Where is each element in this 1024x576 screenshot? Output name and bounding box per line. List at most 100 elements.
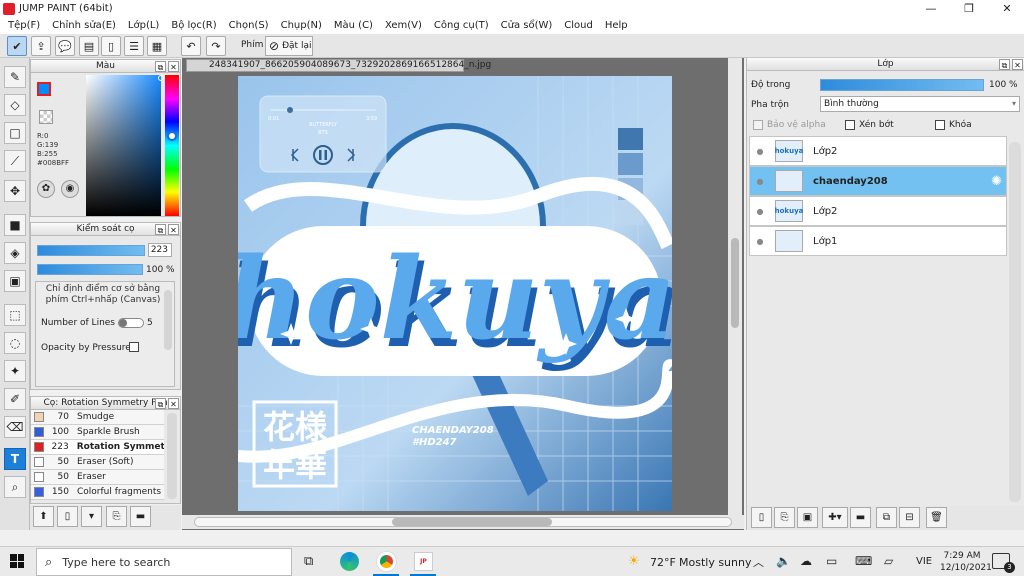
windows-start-icon[interactable] bbox=[10, 554, 24, 568]
brush-list-scrollbar[interactable] bbox=[167, 413, 177, 499]
reset-button[interactable]: ⊘ Đặt lại bbox=[265, 36, 313, 56]
vertical-scrollbar[interactable] bbox=[728, 58, 742, 515]
keyboard-icon[interactable]: ⌨ bbox=[855, 554, 872, 568]
protect-alpha-checkbox[interactable] bbox=[753, 120, 763, 130]
hue-slider[interactable] bbox=[165, 75, 179, 216]
comment-icon[interactable]: 💬 bbox=[55, 36, 75, 56]
chat-icon[interactable]: ▤ bbox=[79, 36, 99, 56]
panel-detach-icon[interactable]: ⧉ bbox=[155, 224, 166, 235]
notes-icon[interactable]: ☰ bbox=[124, 36, 144, 56]
select-rect-icon[interactable]: ⬚ bbox=[4, 304, 26, 326]
layer-visibility-icon[interactable]: ● bbox=[753, 144, 767, 158]
input-language[interactable]: VIE bbox=[916, 556, 932, 567]
export-icon[interactable]: ⇪ bbox=[31, 36, 51, 56]
color-picker-icon[interactable]: ◉ bbox=[61, 180, 79, 198]
fill-rect-icon[interactable]: ■ bbox=[4, 214, 26, 236]
brush-menu-icon[interactable]: ▾ bbox=[81, 506, 102, 527]
panel-detach-icon[interactable]: ⧉ bbox=[155, 61, 166, 72]
redo-icon[interactable]: ↷ bbox=[206, 36, 226, 56]
layer-visibility-icon[interactable]: ● bbox=[753, 174, 767, 188]
layer-settings-icon[interactable]: ⊟ bbox=[899, 507, 920, 528]
horizontal-scrollbar[interactable] bbox=[182, 515, 744, 529]
hue-handle[interactable] bbox=[167, 131, 177, 141]
line-tool-icon[interactable]: ⟋ bbox=[4, 150, 26, 172]
brush-list-item[interactable]: 223 Rotation Symmet bbox=[31, 440, 164, 455]
minimize-button[interactable]: — bbox=[914, 0, 948, 17]
taskbar-search-box[interactable]: ⌕ Type here to search bbox=[36, 548, 292, 576]
blend-mode-select[interactable]: Bình thường ▾ bbox=[820, 96, 1020, 112]
weather-sun-icon[interactable]: ☀ bbox=[628, 554, 640, 569]
speaker-icon[interactable]: 🔈 bbox=[776, 554, 791, 568]
new-brush-icon[interactable]: ▯ bbox=[57, 506, 78, 527]
rect-tool-icon[interactable]: □ bbox=[4, 122, 26, 144]
merge-layer-icon[interactable]: ⧉ bbox=[876, 507, 897, 528]
copy-layer-icon[interactable]: ⎘ bbox=[774, 507, 795, 528]
layer-opacity-slider[interactable] bbox=[820, 79, 984, 91]
document-icon[interactable]: ▯ bbox=[101, 36, 121, 56]
eraser-tool-icon[interactable]: ◇ bbox=[4, 94, 26, 116]
menu-select[interactable]: Chọn(S) bbox=[223, 20, 275, 31]
brush-list-item[interactable]: 50 Eraser (Soft) bbox=[31, 455, 164, 470]
settings-scrollbar[interactable] bbox=[164, 290, 172, 350]
cloud-icon[interactable]: ☁ bbox=[800, 554, 812, 568]
lines-toggle[interactable] bbox=[118, 318, 144, 328]
panel-detach-icon[interactable]: ⧉ bbox=[999, 59, 1010, 70]
chrome-browser-icon[interactable] bbox=[377, 552, 396, 571]
brush-opacity-slider[interactable] bbox=[37, 264, 143, 275]
pen-tool-icon[interactable]: ✎ bbox=[4, 66, 26, 88]
brush-list-item[interactable]: 150 Colorful fragments bbox=[31, 485, 164, 500]
menu-file[interactable]: Tệp(F) bbox=[2, 20, 46, 31]
bucket-tool-icon[interactable]: ◈ bbox=[4, 242, 26, 264]
clipping-checkbox[interactable] bbox=[845, 120, 855, 130]
move-tool-icon[interactable]: ✥ bbox=[4, 180, 26, 202]
clock[interactable]: 7:29 AM 12/10/2021 bbox=[940, 550, 992, 574]
zoom-tool-icon[interactable]: ⌕ bbox=[4, 476, 26, 498]
layer-row[interactable]: ● hokuya Lớp2 bbox=[749, 136, 1007, 166]
weather-desc[interactable]: Mostly sunny bbox=[679, 556, 751, 569]
weather-temp[interactable]: 72°F bbox=[650, 556, 676, 569]
network-icon[interactable]: ▭ bbox=[826, 554, 837, 568]
brush-list-item[interactable]: 50 Eraser bbox=[31, 470, 164, 485]
pressure-checkbox[interactable] bbox=[129, 342, 139, 352]
panel-detach-icon[interactable]: ⧉ bbox=[155, 398, 166, 409]
panel-close-icon[interactable]: ✕ bbox=[1012, 59, 1023, 70]
grid-icon[interactable]: ▦ bbox=[147, 36, 167, 56]
select-eraser-icon[interactable]: ⌫ bbox=[4, 416, 26, 438]
document-tab[interactable]: 248341907_866205904089673_73292028691665… bbox=[186, 59, 491, 72]
panel-close-icon[interactable]: ✕ bbox=[168, 398, 179, 409]
menu-tools[interactable]: Công cụ(T) bbox=[428, 20, 495, 31]
maximize-button[interactable]: ❐ bbox=[952, 0, 986, 17]
layer-row[interactable]: ● Lớp1 bbox=[749, 226, 1007, 256]
brush-folder-icon[interactable]: ▬ bbox=[130, 506, 151, 527]
edge-browser-icon[interactable] bbox=[340, 552, 359, 571]
menu-edit[interactable]: Chỉnh sửa(E) bbox=[46, 20, 122, 31]
layer-scrollbar[interactable] bbox=[1009, 142, 1021, 502]
brush-list-item[interactable]: 70 Smudge bbox=[31, 410, 164, 425]
panel-close-icon[interactable]: ✕ bbox=[168, 224, 179, 235]
palette-icon[interactable]: ✿ bbox=[37, 180, 55, 198]
layer-settings-gear-icon[interactable]: ✺ bbox=[991, 174, 1002, 189]
layer-visibility-icon[interactable]: ● bbox=[753, 204, 767, 218]
sv-cursor[interactable] bbox=[158, 75, 164, 81]
saturation-value-field[interactable] bbox=[86, 75, 164, 216]
new-layer-icon[interactable]: ▯ bbox=[751, 507, 772, 528]
layer-folder-icon[interactable]: ▬ bbox=[850, 507, 871, 528]
foreground-swatch[interactable] bbox=[37, 82, 51, 96]
layer-visibility-icon[interactable]: ● bbox=[753, 234, 767, 248]
select-pen-icon[interactable]: ✐ bbox=[4, 388, 26, 410]
layer-menu-icon[interactable]: ✚▾ bbox=[822, 507, 848, 528]
brush-list-item[interactable]: 100 Sparkle Brush bbox=[31, 425, 164, 440]
jump-paint-app-icon[interactable]: JP bbox=[414, 552, 433, 571]
menu-color[interactable]: Màu (C) bbox=[328, 20, 379, 31]
close-button[interactable]: ✕ bbox=[990, 0, 1024, 17]
notification-icon[interactable]: 3 bbox=[992, 553, 1015, 573]
delete-layer-icon[interactable]: 🗑 bbox=[926, 507, 947, 528]
lasso-tool-icon[interactable]: ◌ bbox=[4, 332, 26, 354]
panel-close-icon[interactable]: ✕ bbox=[168, 61, 179, 72]
layer-row[interactable]: ● chaenday208 ✺ bbox=[749, 166, 1007, 196]
menu-layer[interactable]: Lớp(L) bbox=[122, 20, 165, 31]
display-icon[interactable]: ▱ bbox=[884, 554, 893, 568]
text-tool-icon[interactable]: T bbox=[4, 448, 26, 470]
menu-filter[interactable]: Bộ lọc(R) bbox=[165, 20, 222, 31]
task-view-icon[interactable]: ⧉ bbox=[304, 554, 313, 569]
